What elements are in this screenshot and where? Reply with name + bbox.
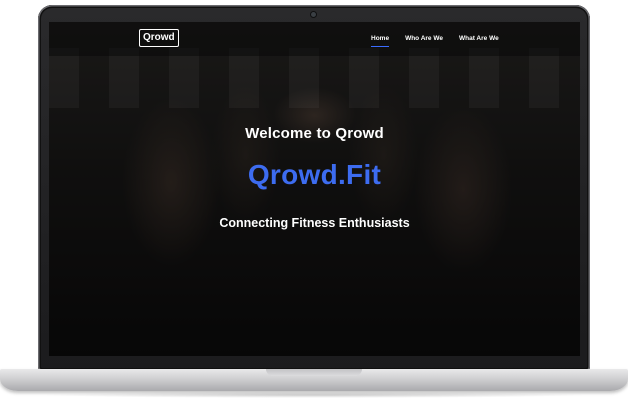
navbar: Qrowd Home Who Are We What Are We xyxy=(49,22,580,56)
nav-link-home[interactable]: Home xyxy=(371,34,390,47)
hero-brand-title: Qrowd.Fit xyxy=(247,159,382,190)
gym-window-backdrop xyxy=(49,48,580,108)
logo[interactable]: Qrowd xyxy=(139,29,179,47)
laptop-mockup: Qrowd Home Who Are We What Are We Welcom… xyxy=(0,0,628,418)
nav-link-who-are-we[interactable]: Who Are We xyxy=(405,34,443,43)
nav-link-what-are-we[interactable]: What Are We xyxy=(459,34,499,43)
camera-icon xyxy=(311,12,316,17)
laptop-shadow xyxy=(40,392,588,398)
hero-welcome-heading: Welcome to Qrowd xyxy=(245,125,384,142)
laptop-screen: Qrowd Home Who Are We What Are We Welcom… xyxy=(49,22,580,356)
laptop-base xyxy=(0,369,628,391)
nav-links: Home Who Are We What Are We xyxy=(371,34,499,47)
laptop-base-notch xyxy=(266,369,362,376)
hero-tagline: Connecting Fitness Enthusiasts xyxy=(219,216,410,230)
